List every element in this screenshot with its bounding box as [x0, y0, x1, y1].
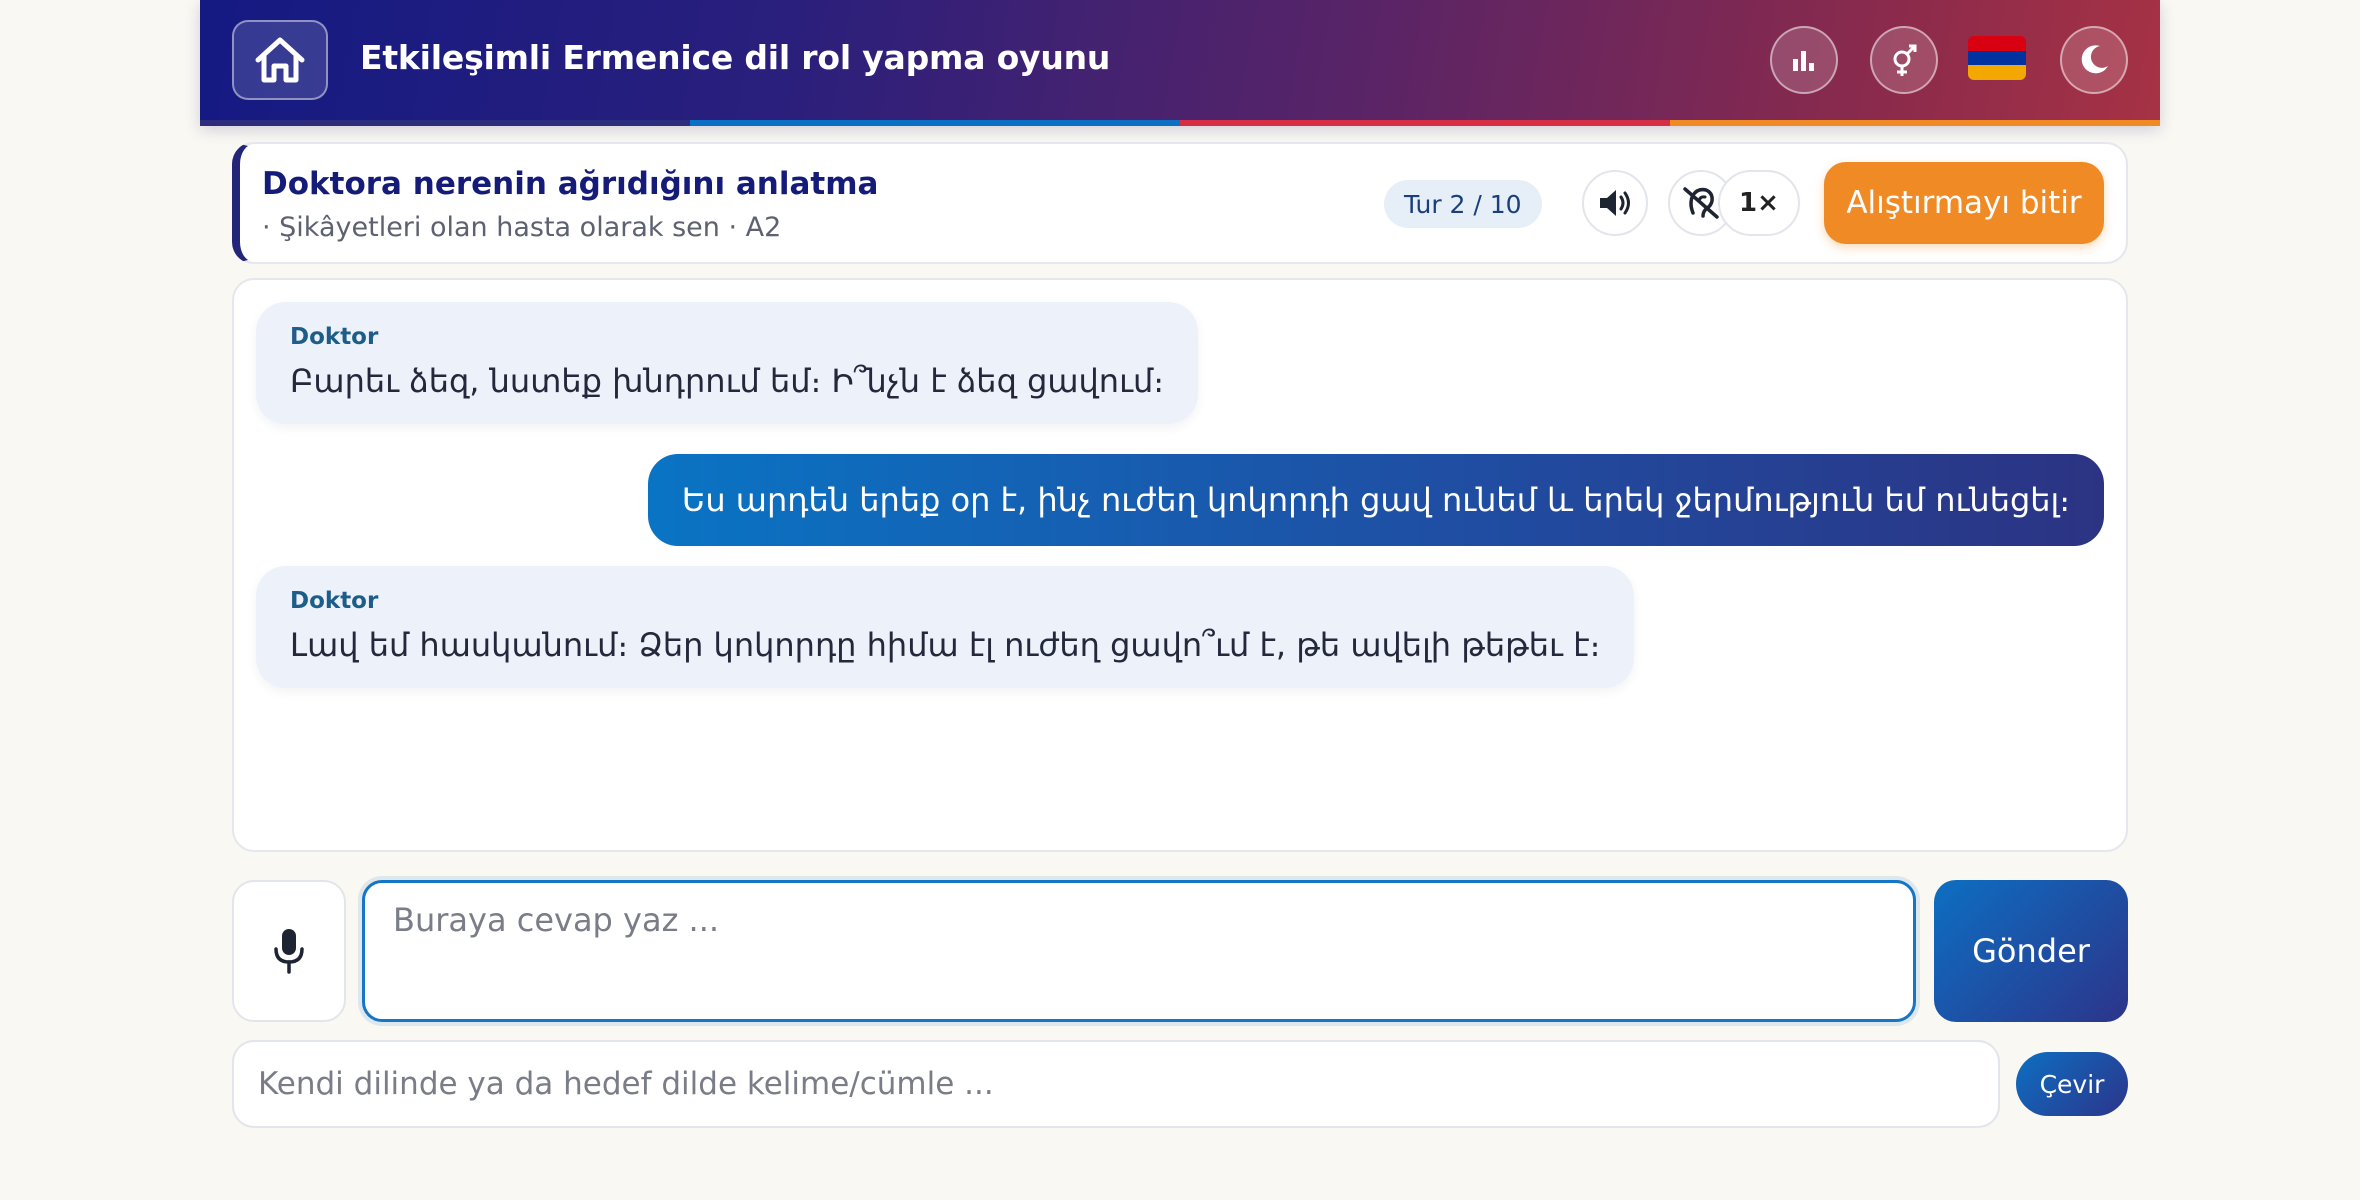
scenario-bar: Doktora nerenin ağrıdığını anlatma · Şik…	[232, 142, 2128, 264]
message-text: Լավ եմ հասկանում։ Ձեր կոկորդը հիմա էլ ու…	[290, 626, 1601, 664]
app-header: Etkileşimli Ermenice dil rol yapma oyunu	[200, 0, 2160, 126]
translate-input[interactable]	[232, 1040, 2000, 1128]
playback-speed-button[interactable]: 1×	[1718, 170, 1800, 236]
scenario-subtitle: · Şikâyetleri olan hasta olarak sen · A2	[262, 212, 782, 243]
gender-icon	[1893, 44, 1917, 76]
header-stripe	[200, 120, 2160, 126]
scenario-title: Doktora nerenin ağrıdığını anlatma	[262, 166, 879, 202]
home-button[interactable]	[232, 20, 328, 100]
gender-button[interactable]	[1870, 26, 1938, 94]
speaker-icon	[1600, 190, 1630, 216]
app-title: Etkileşimli Ermenice dil rol yapma oyunu	[360, 38, 1111, 77]
stats-button[interactable]	[1770, 26, 1838, 94]
assistant-message: Doktor Բարեւ ձեզ, նստեք խնդրում եմ։ Ի՞նչ…	[256, 302, 1199, 424]
send-button[interactable]: Gönder	[1934, 880, 2128, 1022]
moon-icon	[2081, 45, 2108, 74]
user-message: Ես արդեն երեք օր է, ինչ ուժեղ կոկորդի ցա…	[647, 454, 2104, 546]
assistant-message: Doktor Լավ եմ հասկանում։ Ձեր կոկորդը հիմ…	[256, 566, 1635, 688]
reply-input[interactable]	[362, 880, 1916, 1022]
microphone-button[interactable]	[232, 880, 346, 1022]
home-icon	[255, 37, 305, 83]
microphone-icon	[274, 929, 304, 974]
translate-button[interactable]: Çevir	[2016, 1052, 2128, 1116]
stats-icon	[1793, 51, 1814, 71]
turn-counter-badge: Tur 2 / 10	[1384, 180, 1542, 228]
finish-exercise-button[interactable]: Alıştırmayı bitir	[1824, 162, 2104, 244]
message-text: Բարեւ ձեզ, նստեք խնդրում եմ։ Ի՞նչն է ձեզ…	[290, 362, 1165, 400]
chat-panel: Doktor Բարեւ ձեզ, նստեք խնդրում եմ։ Ի՞նչ…	[232, 278, 2128, 852]
message-speaker: Doktor	[290, 324, 379, 350]
audio-play-button[interactable]	[1582, 170, 1648, 236]
app-container: Etkileşimli Ermenice dil rol yapma oyunu	[200, 0, 2160, 1200]
armenia-flag-icon[interactable]	[1968, 36, 2026, 80]
ear-off-icon	[1683, 187, 1719, 219]
dark-mode-toggle[interactable]	[2060, 26, 2128, 94]
message-speaker: Doktor	[290, 588, 379, 614]
